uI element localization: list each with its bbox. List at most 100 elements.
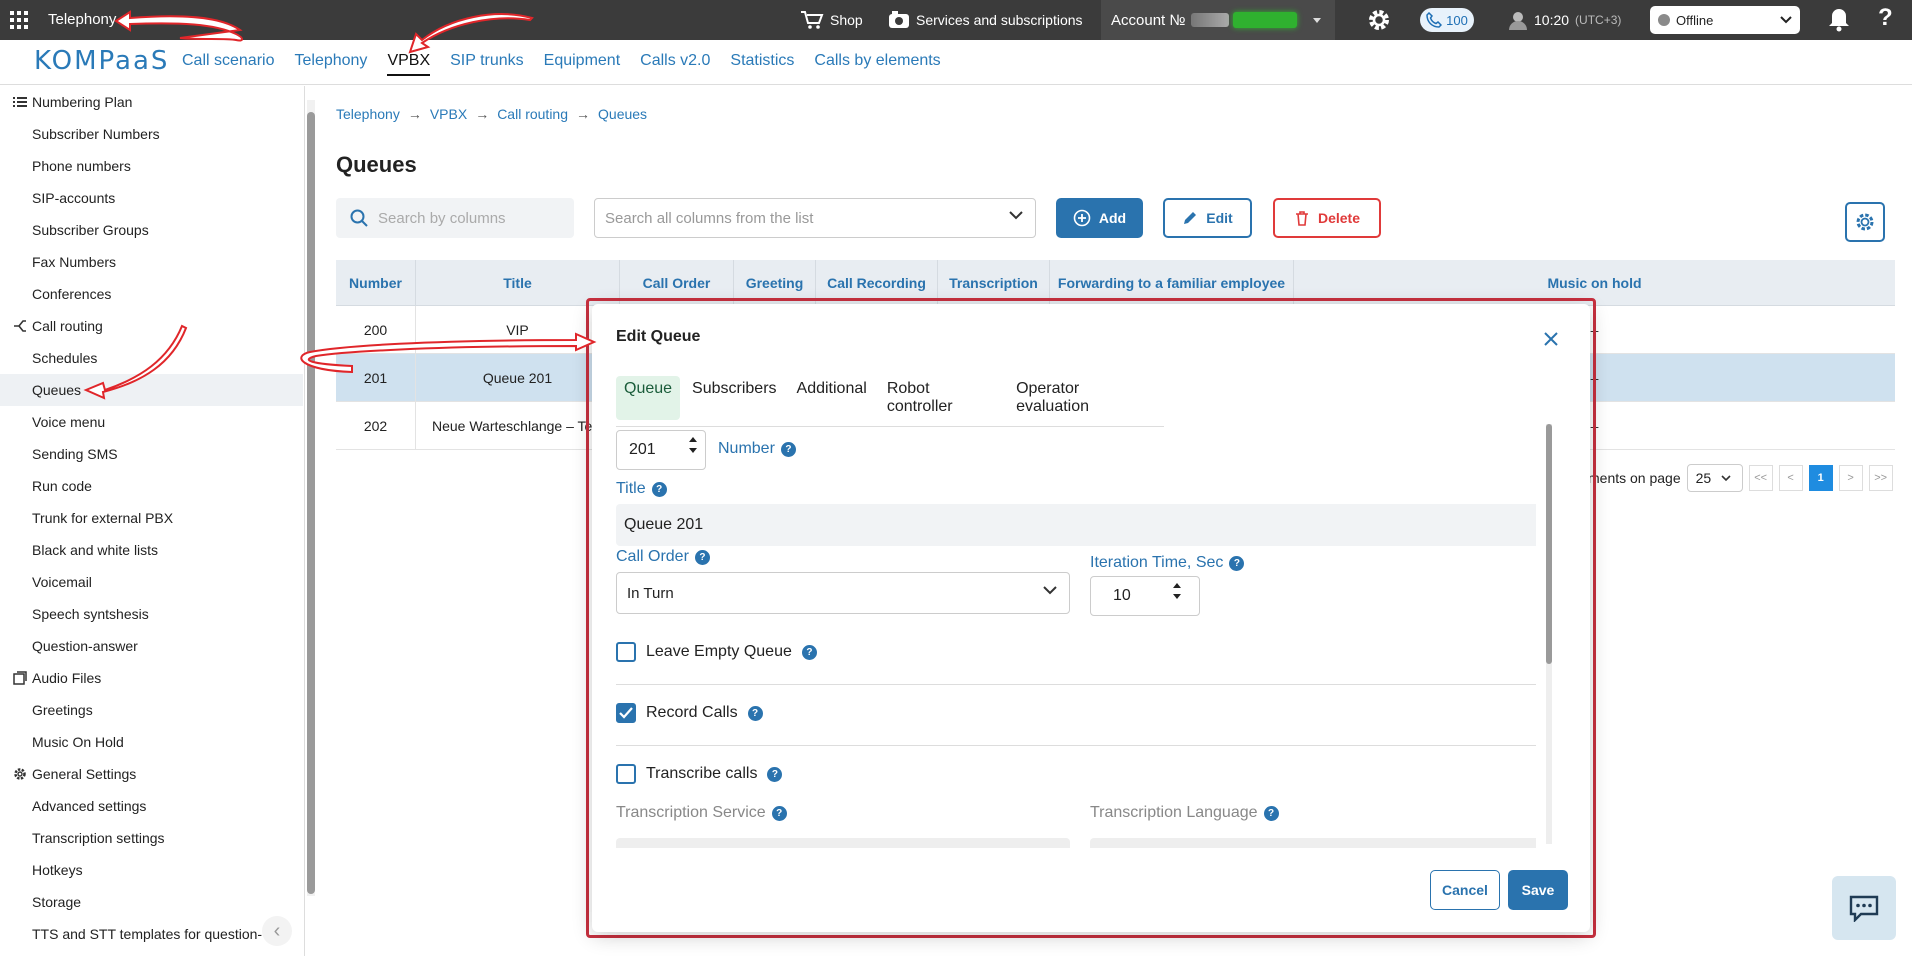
nav-vpbx[interactable]: VPBX [387,52,431,76]
page-1-button[interactable]: 1 [1808,465,1833,491]
help-icon[interactable]: ? [747,705,763,721]
sidebar-item-hotkeys[interactable]: Hotkeys [0,854,303,886]
edit-button[interactable]: Edit [1163,198,1252,238]
sidebar-item-voicemail[interactable]: Voicemail [0,566,303,598]
next-page-button[interactable]: > [1838,465,1863,491]
breadcrumb-queues[interactable]: Queues [598,106,647,122]
tab-additional[interactable]: Additional [789,376,875,420]
transcribe-calls-checkbox[interactable] [616,764,636,784]
nav-telephony[interactable]: Telephony [294,52,367,76]
column-header-number[interactable]: Number [336,260,416,306]
help-icon[interactable]: ? [771,805,787,821]
sidebar-scrollbar[interactable] [307,100,315,896]
cancel-button[interactable]: Cancel [1430,870,1500,910]
tab-robot-controller[interactable]: Robot controller [879,376,1004,420]
nav-statistics[interactable]: Statistics [730,52,794,76]
sidebar-item-speech-synthesis[interactable]: Speech syntshesis [0,598,303,630]
nav-call-scenario[interactable]: Call scenario [182,52,274,76]
tab-queue[interactable]: Queue [616,376,681,420]
search-input[interactable]: Search by columns [336,198,574,238]
prev-page-button[interactable]: < [1778,465,1803,491]
shop-link[interactable]: Shop [800,10,863,30]
tab-operator-evaluation[interactable]: Operator evaluation [1008,376,1160,420]
bell-icon[interactable] [1828,7,1850,33]
app-title[interactable]: Telephony [48,11,116,28]
tab-subscribers[interactable]: Subscribers [684,376,784,420]
sidebar-item-sending-sms[interactable]: Sending SMS [0,438,303,470]
status-select[interactable]: Offline [1650,6,1800,34]
close-icon[interactable] [1540,328,1562,350]
table-settings-button[interactable] [1845,202,1885,242]
call-order-select[interactable]: In Turn [616,572,1070,614]
help-icon[interactable]: ? [694,549,710,565]
sidebar-item-conferences[interactable]: Conferences [0,278,303,310]
sidebar-item-transcription-settings[interactable]: Transcription settings [0,822,303,854]
help-icon[interactable]: ? [767,766,783,782]
sidebar-group-audio-files[interactable]: Audio Files [0,662,303,694]
sidebar-item-schedules[interactable]: Schedules [0,342,303,374]
collapse-sidebar-chevron-left-icon[interactable]: ‹ [262,916,292,946]
nav-equipment[interactable]: Equipment [544,52,621,76]
help-icon[interactable]: ? [651,481,667,497]
help-icon[interactable]: ? [1878,4,1893,32]
sidebar-item-trunk-external-pbx[interactable]: Trunk for external PBX [0,502,303,534]
sidebar-item-black-white-lists[interactable]: Black and white lists [0,534,303,566]
services-link[interactable]: Services and subscriptions [888,10,1083,30]
breadcrumb-call-routing[interactable]: Call routing [497,106,568,122]
title-field[interactable]: Queue 201 [616,504,1536,546]
apps-grid-icon[interactable] [10,11,28,29]
leave-empty-queue-row[interactable]: Leave Empty Queue ? [616,642,817,662]
arrow-up-icon[interactable] [1173,583,1181,588]
sidebar-item-subscriber-numbers[interactable]: Subscriber Numbers [0,118,303,150]
sidebar-group-call-routing[interactable]: Call routing [0,310,303,342]
breadcrumb-telephony[interactable]: Telephony [336,106,400,122]
arrow-down-icon[interactable] [689,448,697,453]
add-button[interactable]: Add [1056,198,1143,238]
sidebar-item-music-on-hold[interactable]: Music On Hold [0,726,303,758]
sidebar-group-general-settings[interactable]: General Settings [0,758,303,790]
sidebar-item-question-answer[interactable]: Question-answer [0,630,303,662]
last-page-button[interactable]: >> [1868,465,1893,491]
arrow-down-icon[interactable] [1173,594,1181,599]
record-calls-row[interactable]: Record Calls ? [616,703,763,723]
nav-calls-by-elements[interactable]: Calls by elements [814,52,940,76]
arrow-up-icon[interactable] [689,437,697,442]
logo[interactable]: KOMPaaS [34,46,169,76]
delete-button[interactable]: Delete [1273,198,1381,238]
sidebar-item-run-code[interactable]: Run code [0,470,303,502]
gear-icon[interactable] [1366,7,1392,33]
sidebar-item-greetings[interactable]: Greetings [0,694,303,726]
modal-scrollbar[interactable] [1546,424,1552,844]
sidebar-item-fax-numbers[interactable]: Fax Numbers [0,246,303,278]
columns-select[interactable]: Search all columns from the list [594,198,1036,238]
breadcrumb-vpbx[interactable]: VPBX [430,106,467,122]
account-selector[interactable]: Account № [1101,0,1335,40]
stepper-arrows[interactable] [1173,583,1181,599]
transcription-service-select[interactable] [616,838,1070,848]
help-icon[interactable]: ? [801,644,817,660]
active-calls-badge[interactable]: 100 [1420,8,1474,32]
scrollbar-thumb[interactable] [307,112,315,894]
first-page-button[interactable]: << [1748,465,1773,491]
number-stepper[interactable]: 201 [616,430,706,470]
page-size-select[interactable]: 25 [1686,464,1743,492]
sidebar-group-numbering-plan[interactable]: Numbering Plan [0,86,303,118]
sidebar-item-storage[interactable]: Storage [0,886,303,918]
sidebar-item-phone-numbers[interactable]: Phone numbers [0,150,303,182]
nav-sip-trunks[interactable]: SIP trunks [450,52,524,76]
save-button[interactable]: Save [1508,870,1568,910]
sidebar-item-tts-stt-templates[interactable]: TTS and STT templates for question- [0,918,303,950]
sidebar-item-queues[interactable]: Queues [0,374,303,406]
sidebar-item-sip-accounts[interactable]: SIP-accounts [0,182,303,214]
transcription-language-select[interactable] [1090,838,1536,848]
nav-calls-v2[interactable]: Calls v2.0 [640,52,710,76]
transcribe-calls-row[interactable]: Transcribe calls ? [616,764,783,784]
stepper-arrows[interactable] [689,437,697,453]
sidebar-item-subscriber-groups[interactable]: Subscriber Groups [0,214,303,246]
record-calls-checkbox[interactable] [616,703,636,723]
help-icon[interactable]: ? [780,441,796,457]
help-icon[interactable]: ? [1263,805,1279,821]
scrollbar-thumb[interactable] [1546,424,1552,664]
leave-empty-queue-checkbox[interactable] [616,642,636,662]
chat-support-button[interactable] [1832,876,1896,940]
